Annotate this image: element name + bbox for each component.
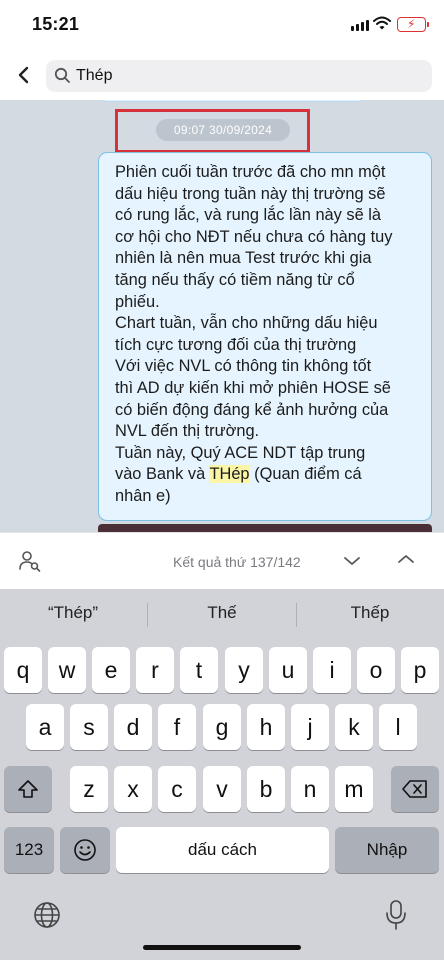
- key-t[interactable]: t: [180, 647, 218, 693]
- status-time: 15:21: [32, 14, 80, 34]
- message-text: (Quan điểm cá: [249, 465, 362, 484]
- key-l[interactable]: l: [379, 704, 417, 750]
- annotation-highlight-box: [115, 109, 310, 153]
- message-line: Phiên cuối tuần trước đã cho mn một: [115, 163, 386, 181]
- message-line: tích cực tương đối của thị trường: [115, 335, 357, 354]
- next-message-image: [98, 524, 432, 532]
- suggestion-item[interactable]: Thế: [163, 603, 281, 623]
- person-search-icon[interactable]: [18, 549, 42, 573]
- key-n[interactable]: n: [291, 766, 329, 812]
- emoji-icon: [74, 839, 96, 861]
- suggestion-divider: [147, 603, 148, 627]
- space-key-label: dấu cách: [188, 840, 257, 859]
- message-line: tăng nếu thấy có tiềm năng từ cổ: [115, 270, 355, 289]
- chat-area[interactable]: 09:07 30/09/2024 Phiên cuối tuần trước đ…: [0, 100, 444, 532]
- numbers-key[interactable]: 123: [4, 827, 54, 873]
- delete-icon: [402, 780, 427, 798]
- key-e[interactable]: e: [92, 647, 130, 693]
- keyboard: “Thép” Thế Thếp q w e r t y u i o p a s …: [0, 589, 444, 960]
- message-line: Chart tuần, vẫn cho những dấu hiệu: [115, 314, 378, 333]
- search-result-count: Kết quả thứ 137/142: [173, 554, 301, 570]
- message-text: vào Bank và: [115, 465, 210, 484]
- delete-key[interactable]: [391, 766, 439, 812]
- key-h[interactable]: h: [247, 704, 285, 750]
- key-x[interactable]: x: [114, 766, 152, 812]
- key-p[interactable]: p: [401, 647, 439, 693]
- key-b[interactable]: b: [247, 766, 285, 812]
- message-line: có biến động đáng kể ảnh hưởng của: [115, 400, 389, 419]
- message-bubble[interactable]: Phiên cuối tuần trước đã cho mn một dấu …: [98, 152, 432, 521]
- return-key-label: Nhập: [366, 840, 408, 859]
- globe-icon[interactable]: [33, 901, 61, 929]
- message-line: nhân e): [115, 486, 171, 505]
- key-g[interactable]: g: [203, 704, 241, 750]
- key-i[interactable]: i: [313, 647, 351, 693]
- key-f[interactable]: f: [158, 704, 196, 750]
- key-d[interactable]: d: [114, 704, 152, 750]
- key-s[interactable]: s: [70, 704, 108, 750]
- chevron-left-icon[interactable]: [14, 62, 34, 88]
- numbers-key-label: 123: [14, 840, 44, 859]
- cellular-signal-icon: [351, 20, 369, 31]
- key-u[interactable]: u: [269, 647, 307, 693]
- key-o[interactable]: o: [357, 647, 395, 693]
- key-r[interactable]: r: [136, 647, 174, 693]
- shift-icon: [18, 780, 38, 798]
- key-v[interactable]: v: [203, 766, 241, 812]
- suggestion-divider: [296, 603, 297, 627]
- message-line: dấu hiệu trong tuần này thị trường sẽ: [115, 184, 386, 203]
- key-z[interactable]: z: [70, 766, 108, 812]
- message-line: Với việc NVL có thông tin không tốt: [115, 357, 372, 376]
- emoji-key[interactable]: [60, 827, 110, 873]
- key-a[interactable]: a: [26, 704, 64, 750]
- shift-key[interactable]: [4, 766, 52, 812]
- suggestion-item[interactable]: “Thép”: [14, 603, 132, 623]
- battery-icon: ⚡: [397, 17, 429, 32]
- key-k[interactable]: k: [335, 704, 373, 750]
- message-line: phiếu.: [115, 292, 160, 311]
- microphone-icon[interactable]: [385, 899, 407, 931]
- return-key[interactable]: Nhập: [335, 827, 439, 873]
- message-line: NVL đến thị trường.: [115, 422, 260, 441]
- search-header: [0, 52, 444, 100]
- wifi-icon: [373, 16, 391, 30]
- key-j[interactable]: j: [291, 704, 329, 750]
- status-bar: 15:21 ⚡: [0, 0, 444, 52]
- home-indicator: [143, 945, 301, 950]
- key-c[interactable]: c: [158, 766, 196, 812]
- space-key[interactable]: dấu cách: [116, 827, 329, 873]
- message-line: vào Bank và THép (Quan điểm cá: [115, 464, 421, 486]
- chevron-up-icon[interactable]: [397, 553, 415, 565]
- find-bar: Kết quả thứ 137/142: [0, 532, 444, 589]
- search-match-highlight: THép: [209, 465, 250, 484]
- magnifier-icon: [54, 67, 70, 83]
- search-box[interactable]: [46, 60, 432, 92]
- suggestion-item[interactable]: Thếp: [311, 603, 429, 623]
- message-line: nhiên là nên mua Test trước khi gia: [115, 249, 372, 268]
- key-q[interactable]: q: [4, 647, 42, 693]
- key-y[interactable]: y: [225, 647, 263, 693]
- search-input[interactable]: [76, 60, 416, 92]
- message-line: cơ hội cho NĐT nếu chưa có hàng tuy: [115, 227, 393, 246]
- previous-message-bubble: [100, 100, 365, 102]
- message-line: Tuần này, Quý ACE NDT tập trung: [115, 443, 366, 462]
- chevron-down-icon[interactable]: [343, 555, 361, 567]
- message-line: có rung lắc, và rung lắc lần này sẽ là: [115, 206, 382, 225]
- key-w[interactable]: w: [48, 647, 86, 693]
- message-line: thì AD dự kiến khi mở phiên HOSE sẽ: [115, 378, 391, 397]
- key-m[interactable]: m: [335, 766, 373, 812]
